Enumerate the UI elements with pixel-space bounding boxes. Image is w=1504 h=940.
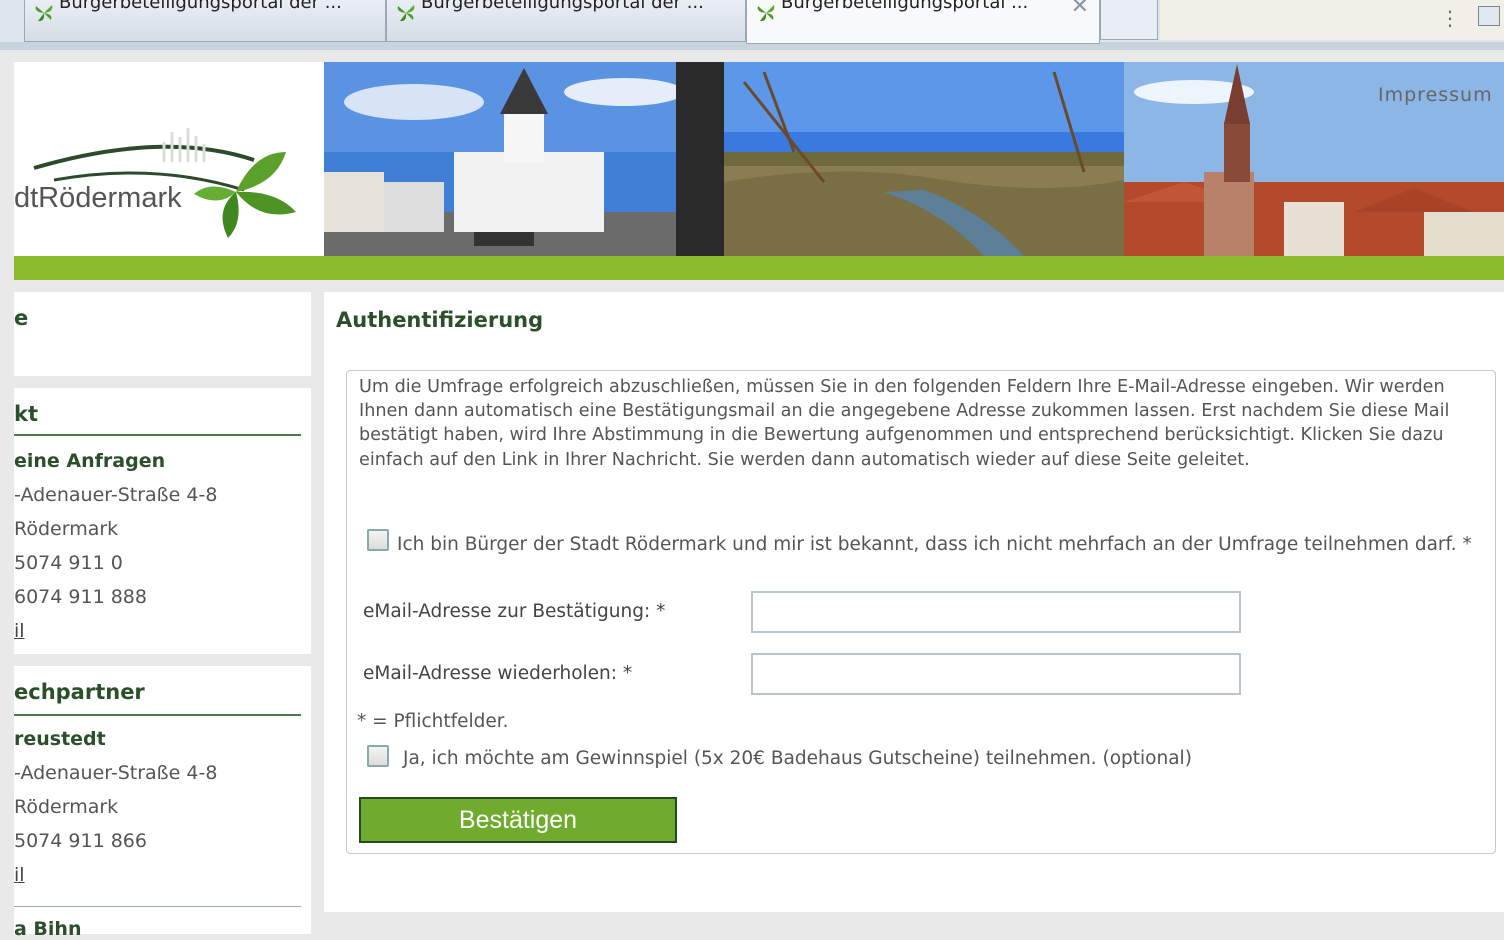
site-header: dtRödermark Impressum xyxy=(14,62,1504,256)
raffle-label: Ja, ich möchte am Gewinnspiel (5x 20€ Ba… xyxy=(403,748,1192,769)
contact-person-heading: echpartner xyxy=(14,680,145,704)
contact-person-phone: 5074 911 866 xyxy=(14,830,147,852)
header-accent-bar xyxy=(14,256,1504,280)
email-label: eMail-Adresse zur Bestätigung: * xyxy=(363,601,666,622)
browser-tab-1[interactable]: Bürgerbeteiligungsportal der ... xyxy=(24,0,386,42)
contact-person-city: Rödermark xyxy=(14,796,119,818)
logo-wordmark: dtRödermark xyxy=(14,182,182,214)
required-fields-note: * = Pflichtfelder. xyxy=(357,711,509,732)
authentication-form: Um die Umfrage erfolgreich abzuschließen… xyxy=(346,370,1496,854)
browser-tab-strip: Bürgerbeteiligungsportal der ... Bürgerb… xyxy=(0,0,1504,50)
tab-2-title: Bürgerbeteiligungsportal der ... xyxy=(421,0,704,13)
contact-fax: 6074 911 888 xyxy=(14,586,147,608)
page-title: Authentifizierung xyxy=(336,308,544,332)
browser-tab-2[interactable]: Bürgerbeteiligungsportal der ... xyxy=(386,0,746,42)
sidebar-box-top: e xyxy=(14,292,311,376)
contact-phone: 5074 911 0 xyxy=(14,552,123,574)
contact-person-name: reustedt xyxy=(14,728,106,750)
web-page: dtRödermark Impressum e kt eine Anfragen… xyxy=(14,50,1504,940)
email-field[interactable] xyxy=(751,591,1241,633)
contact-line-3: Rödermark xyxy=(14,518,119,540)
more-options-icon[interactable]: ⋮ xyxy=(1440,6,1460,30)
intro-text: Um die Umfrage erfolgreich abzuschließen… xyxy=(359,377,1450,470)
contact-line-2: -Adenauer-Straße 4-8 xyxy=(14,484,218,506)
contact-line-1: eine Anfragen xyxy=(14,450,166,472)
leaf-favicon-icon xyxy=(35,5,53,22)
browser-tab-3-active[interactable]: Bürgerbeteiligungsportal ... ✕ xyxy=(746,0,1100,44)
tab-3-title: Bürgerbeteiligungsportal ... xyxy=(781,0,1029,13)
contact-heading: kt xyxy=(14,402,39,426)
confirm-button[interactable]: Bestätigen xyxy=(359,797,677,843)
tab-1-title: Bürgerbeteiligungsportal der ... xyxy=(59,0,342,13)
contact-person-divider-2 xyxy=(14,906,301,907)
email-repeat-field[interactable] xyxy=(751,653,1241,695)
sidebar-top-heading: e xyxy=(14,306,29,330)
citizen-confirm-label: Ich bin Bürger der Stadt Rödermark und m… xyxy=(397,534,1472,555)
sidebar-contact-person-box: echpartner reustedt -Adenauer-Straße 4-8… xyxy=(14,666,311,940)
leaf-favicon-icon xyxy=(397,5,415,22)
site-logo[interactable]: dtRödermark xyxy=(14,62,324,256)
raffle-checkbox[interactable] xyxy=(367,745,389,767)
window-menu-icon[interactable] xyxy=(1478,6,1500,26)
leaf-favicon-icon xyxy=(757,5,775,22)
contact-person-divider xyxy=(14,714,301,716)
main-content: Authentifizierung Um die Umfrage erfolgr… xyxy=(324,292,1504,912)
contact-divider xyxy=(14,434,301,436)
impressum-link[interactable]: Impressum xyxy=(1378,84,1493,106)
email-repeat-label: eMail-Adresse wiederholen: * xyxy=(363,663,633,684)
next-contact-name: a Bihn xyxy=(14,918,82,940)
logo-graphic-icon xyxy=(33,128,296,238)
header-photo-banner xyxy=(324,62,1504,256)
contact-email-link[interactable]: il xyxy=(14,620,25,642)
close-tab-icon[interactable]: ✕ xyxy=(1071,0,1089,19)
new-tab-button[interactable] xyxy=(1100,0,1158,40)
sidebar-contact-box: kt eine Anfragen -Adenauer-Straße 4-8 Rö… xyxy=(14,388,311,654)
contact-person-street: -Adenauer-Straße 4-8 xyxy=(14,762,218,784)
contact-person-email-link[interactable]: il xyxy=(14,864,25,886)
